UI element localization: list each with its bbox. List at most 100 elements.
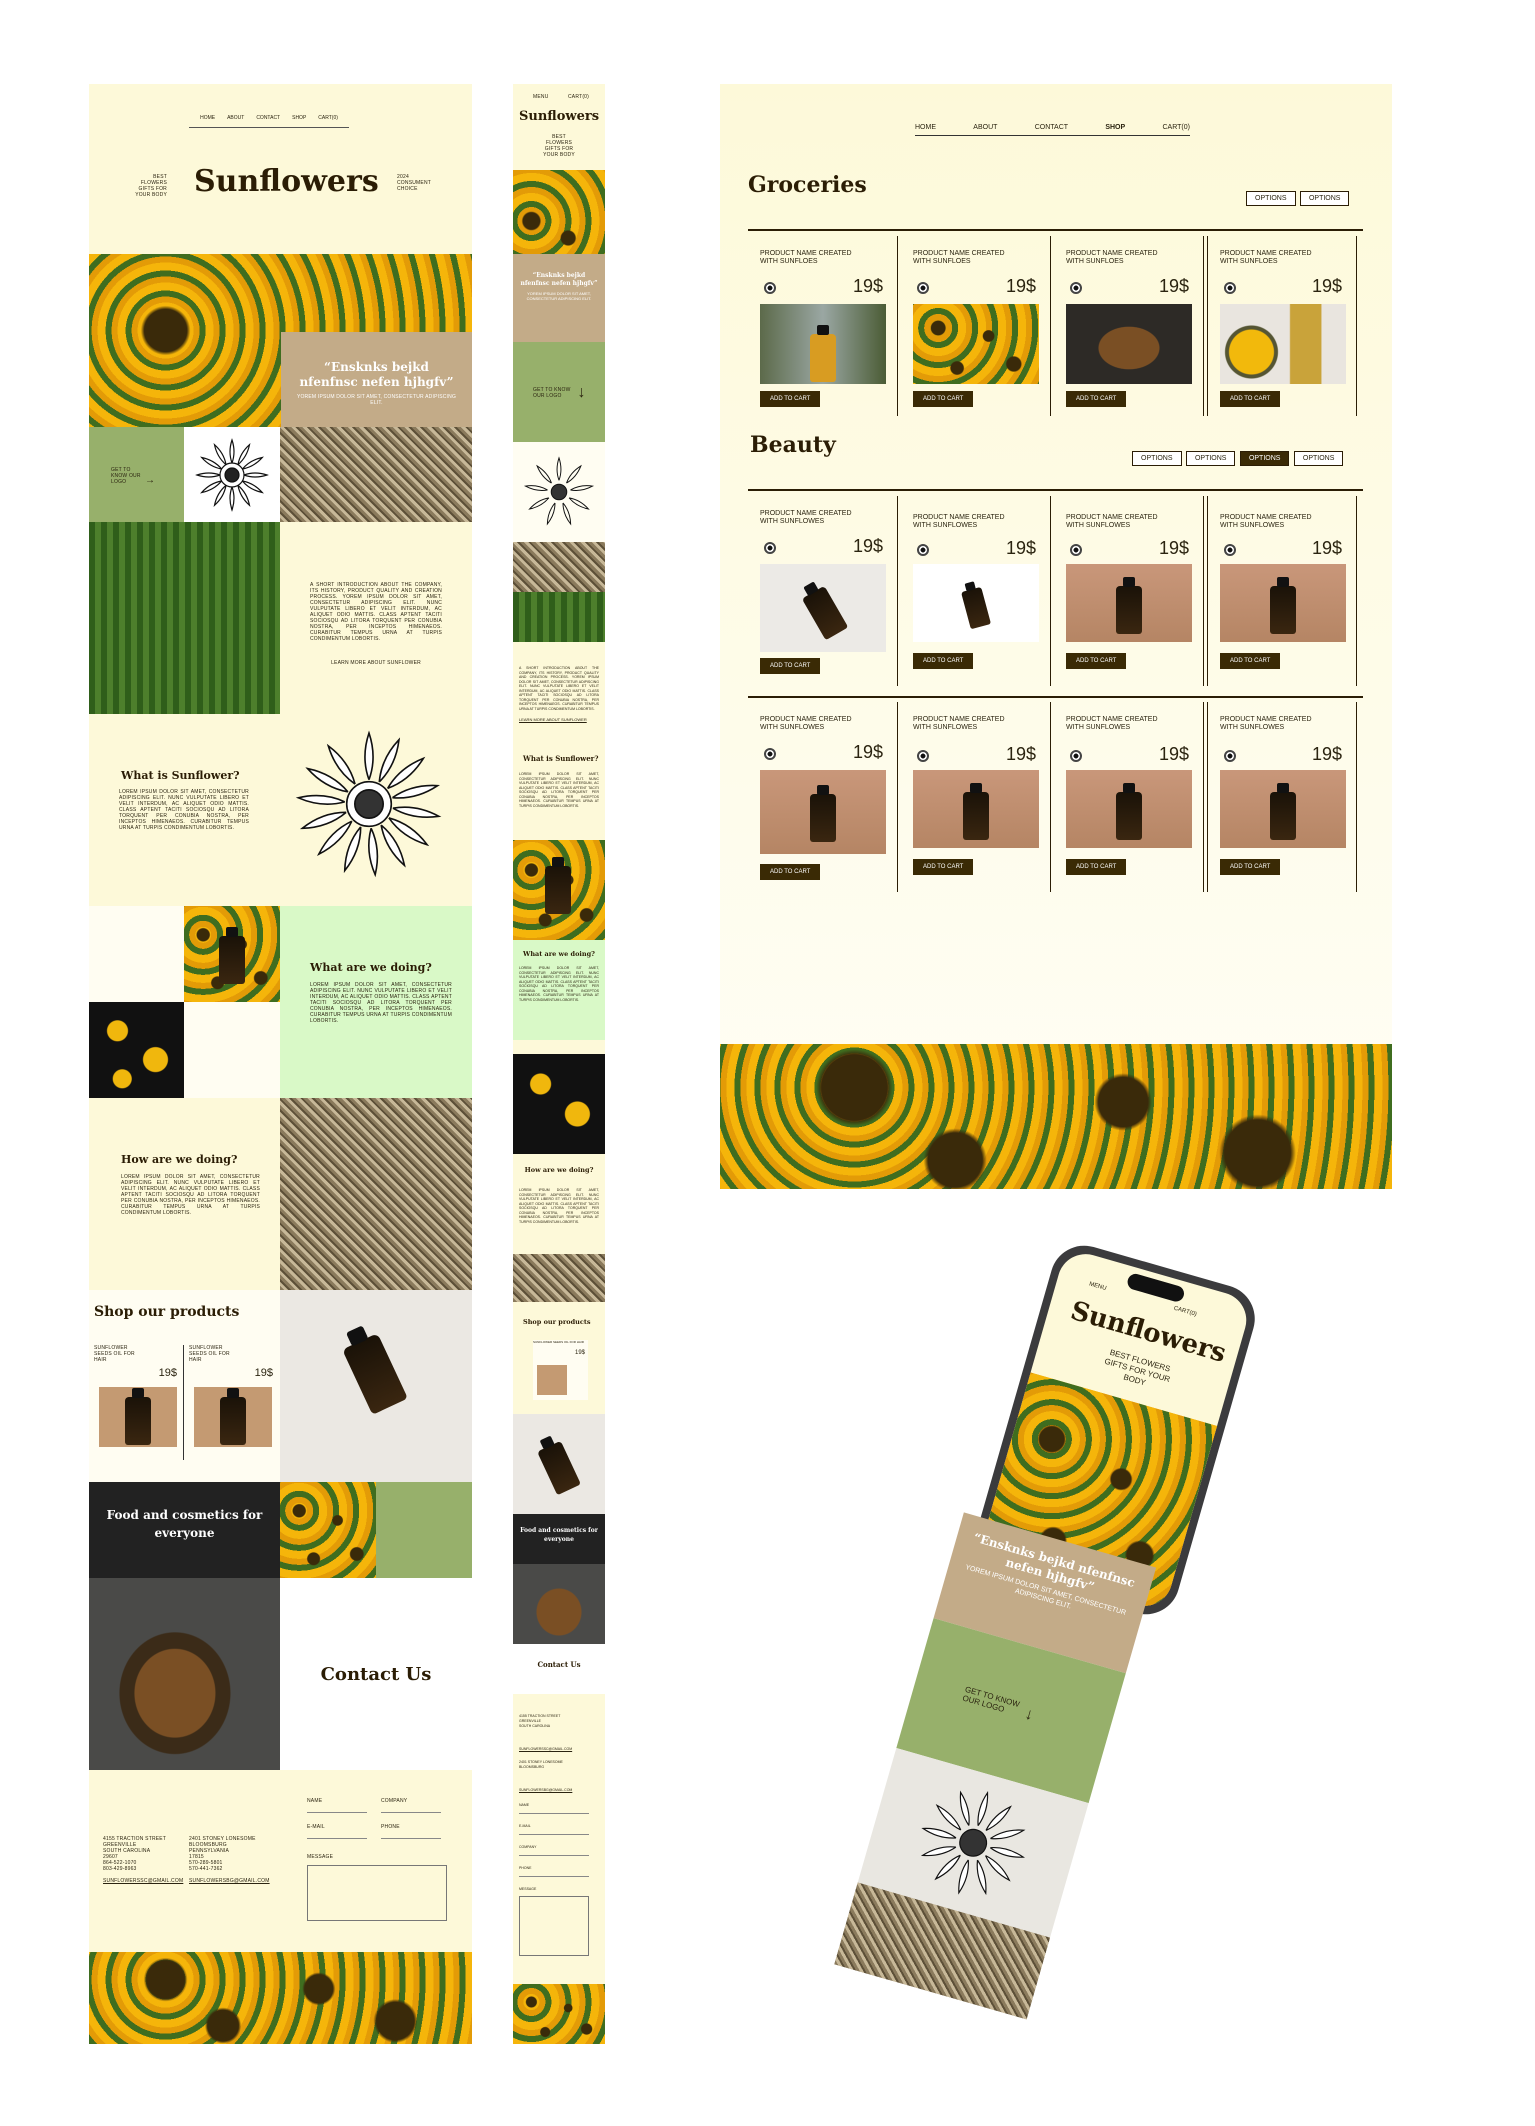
- nav-contact[interactable]: CONTACT: [1035, 124, 1068, 131]
- mobile-product-card[interactable]: SUNFLOWER SEEDS OIL FOR HAIR 19$: [533, 1340, 588, 1400]
- nav-cart[interactable]: CART(0): [1162, 124, 1189, 131]
- shop-home-card[interactable]: SUNFLOWER SEEDS OIL FOR HAIR 19$: [189, 1345, 279, 1460]
- shop-nav: HOME ABOUT CONTACT SHOP CART(0): [915, 124, 1190, 136]
- arrow-right-icon: →: [145, 475, 155, 486]
- email-link-2[interactable]: SUNFLOWERSBG@GMAIL.COM: [189, 1878, 269, 1884]
- add-to-cart-button[interactable]: ADD TO CART: [1066, 653, 1127, 669]
- radio-icon[interactable]: [917, 544, 929, 556]
- radio-icon[interactable]: [1070, 544, 1082, 556]
- intro-learn-more-link[interactable]: LEARN MORE ABOUT SUNFLOWER: [310, 660, 442, 666]
- product-card[interactable]: PRODUCT NAME CREATED WITH SUNFLOWES 19$ AD…: [1207, 496, 1357, 686]
- mobile-menu-button[interactable]: MENU: [533, 94, 549, 100]
- add-to-cart-button[interactable]: ADD TO CART: [1220, 859, 1281, 875]
- phone-field[interactable]: PHONE: [381, 1824, 441, 1839]
- seeds-image: [280, 427, 472, 522]
- add-to-cart-button[interactable]: ADD TO CART: [913, 859, 974, 875]
- mobile-logo-link[interactable]: GET TO KNOW OUR LOGO ↓: [513, 342, 605, 442]
- options-button-selected[interactable]: OPTIONS: [1239, 451, 1290, 466]
- radio-icon[interactable]: [1224, 282, 1236, 294]
- contact-title-block: Contact Us: [280, 1578, 472, 1770]
- product-card[interactable]: PRODUCT NAME CREATED WITH SUNFLOWES 19$ AD…: [748, 702, 898, 892]
- section-title: What is Sunflower?: [121, 769, 240, 782]
- add-to-cart-button[interactable]: ADD TO CART: [1220, 653, 1281, 669]
- add-to-cart-button[interactable]: ADD TO CART: [760, 864, 821, 880]
- product-image: [1220, 770, 1346, 848]
- phone-cart[interactable]: CART(0): [1173, 1306, 1197, 1318]
- radio-icon[interactable]: [1224, 544, 1236, 556]
- add-to-cart-button[interactable]: ADD TO CART: [1066, 391, 1127, 407]
- nav-home[interactable]: HOME: [915, 124, 936, 131]
- radio-icon[interactable]: [1070, 750, 1082, 762]
- product-image: [194, 1387, 272, 1447]
- product-card[interactable]: PRODUCT NAME CREATED WITH SUNFLOES 19$ ADD…: [1054, 236, 1204, 416]
- mobile-bottle-sunflower: [513, 840, 605, 940]
- radio-icon[interactable]: [764, 282, 776, 294]
- radio-icon[interactable]: [1224, 750, 1236, 762]
- options-button[interactable]: OPTIONS: [1293, 451, 1344, 466]
- beauty-divider-2: [748, 696, 1363, 698]
- product-price: 19$: [1311, 538, 1342, 558]
- add-to-cart-button[interactable]: ADD TO CART: [1220, 391, 1281, 407]
- arrow-down-icon: ↓: [1022, 1705, 1036, 1725]
- mobile-intro: A SHORT INTRODUCTION ABOUT THE COMPANY, …: [519, 666, 599, 722]
- product-card[interactable]: PRODUCT NAME CREATED WITH SUNFLOWES 19$ AD…: [1054, 496, 1204, 686]
- product-card[interactable]: PRODUCT NAME CREATED WITH SUNFLOES 19$ ADD…: [901, 236, 1051, 416]
- options-button[interactable]: OPTIONS: [1185, 451, 1236, 466]
- name-field[interactable]: NAME: [307, 1798, 367, 1813]
- product-card[interactable]: PRODUCT NAME CREATED WITH SUNFLOWES 19$ AD…: [901, 496, 1051, 686]
- options-button[interactable]: OPTIONS: [1132, 451, 1182, 466]
- mobile-name-field[interactable]: NAME: [519, 1803, 589, 1814]
- email-link-1[interactable]: SUNFLOWERSSC@GMAIL.COM: [103, 1878, 183, 1884]
- radio-icon[interactable]: [764, 748, 776, 760]
- oil-seeds-image: [280, 1482, 376, 1578]
- radio-icon[interactable]: [917, 750, 929, 762]
- message-textarea[interactable]: [307, 1865, 447, 1921]
- logo-link-box[interactable]: GET TO KNOW OUR LOGO →: [89, 427, 184, 522]
- product-card[interactable]: PRODUCT NAME CREATED WITH SUNFLOWES 19$ AD…: [1054, 702, 1204, 892]
- mobile-company-field[interactable]: COMPANY: [519, 1845, 589, 1856]
- options-button[interactable]: OPTIONS: [1299, 191, 1350, 206]
- product-image: [1066, 770, 1192, 848]
- hero-tagline-left: BEST FLOWERS GIFTS FOR YOUR BODY: [135, 174, 167, 198]
- add-to-cart-button[interactable]: ADD TO CART: [760, 391, 821, 407]
- phone-menu[interactable]: MENU: [1088, 1281, 1107, 1292]
- options-button[interactable]: OPTIONS: [1246, 191, 1296, 206]
- product-price: 19$: [852, 276, 883, 296]
- mobile-cart-button[interactable]: CART(0): [568, 94, 589, 100]
- add-to-cart-button[interactable]: ADD TO CART: [760, 658, 821, 674]
- nav-contact[interactable]: CONTACT: [256, 115, 280, 121]
- arrow-down-icon: ↓: [577, 384, 586, 401]
- product-card[interactable]: PRODUCT NAME CREATED WITH SUNFLOWES 19$ AD…: [901, 702, 1051, 892]
- mobile-how-doing: How are we doing? LOREM IPSUM DOLOR SIT A…: [519, 1166, 599, 1224]
- product-card[interactable]: PRODUCT NAME CREATED WITH SUNFLOWES 19$ AD…: [748, 496, 898, 686]
- radio-icon[interactable]: [1070, 282, 1082, 294]
- product-card[interactable]: PRODUCT NAME CREATED WITH SUNFLOES 19$ ADD…: [748, 236, 898, 416]
- add-to-cart-button[interactable]: ADD TO CART: [913, 653, 974, 669]
- product-name: PRODUCT NAME CREATED WITH SUNFLOES: [760, 250, 852, 265]
- phone-notch: [1125, 1272, 1186, 1304]
- mobile-message-textarea[interactable]: [519, 1896, 589, 1956]
- email-field[interactable]: E-MAIL: [307, 1824, 367, 1839]
- nav-shop[interactable]: SHOP: [1105, 124, 1125, 131]
- mobile-email-field[interactable]: E-MAIL: [519, 1824, 589, 1835]
- company-field[interactable]: COMPANY: [381, 1798, 441, 1813]
- message-label: MESSAGE: [307, 1854, 334, 1860]
- product-card[interactable]: PRODUCT NAME CREATED WITH SUNFLOES 19$ ADD…: [1207, 236, 1357, 416]
- nav-home[interactable]: HOME: [200, 115, 215, 121]
- shop-home-card[interactable]: SUNFLOWER SEEDS OIL FOR HAIR 19$: [94, 1345, 184, 1460]
- mobile-seeds-2: [513, 1254, 605, 1302]
- seeds-image-2: [280, 1098, 472, 1290]
- quote-subtitle: YOREM IPSUM DOLOR SIT AMET, CONSECTETUR …: [296, 394, 457, 406]
- nav-cart[interactable]: CART(0): [318, 115, 338, 121]
- nav-about[interactable]: ABOUT: [227, 115, 244, 121]
- mobile-learn-more[interactable]: LEARN MORE ABOUT SUNFLOWER: [519, 717, 599, 722]
- mobile-what-doing: What are we doing? LOREM IPSUM DOLOR SIT …: [513, 940, 605, 1040]
- mobile-phone-field[interactable]: PHONE: [519, 1866, 589, 1877]
- add-to-cart-button[interactable]: ADD TO CART: [1066, 859, 1127, 875]
- nav-shop[interactable]: SHOP: [292, 115, 306, 121]
- product-card[interactable]: PRODUCT NAME CREATED WITH SUNFLOWES 19$ AD…: [1207, 702, 1357, 892]
- radio-icon[interactable]: [764, 542, 776, 554]
- add-to-cart-button[interactable]: ADD TO CART: [913, 391, 974, 407]
- radio-icon[interactable]: [917, 282, 929, 294]
- nav-about[interactable]: ABOUT: [973, 124, 997, 131]
